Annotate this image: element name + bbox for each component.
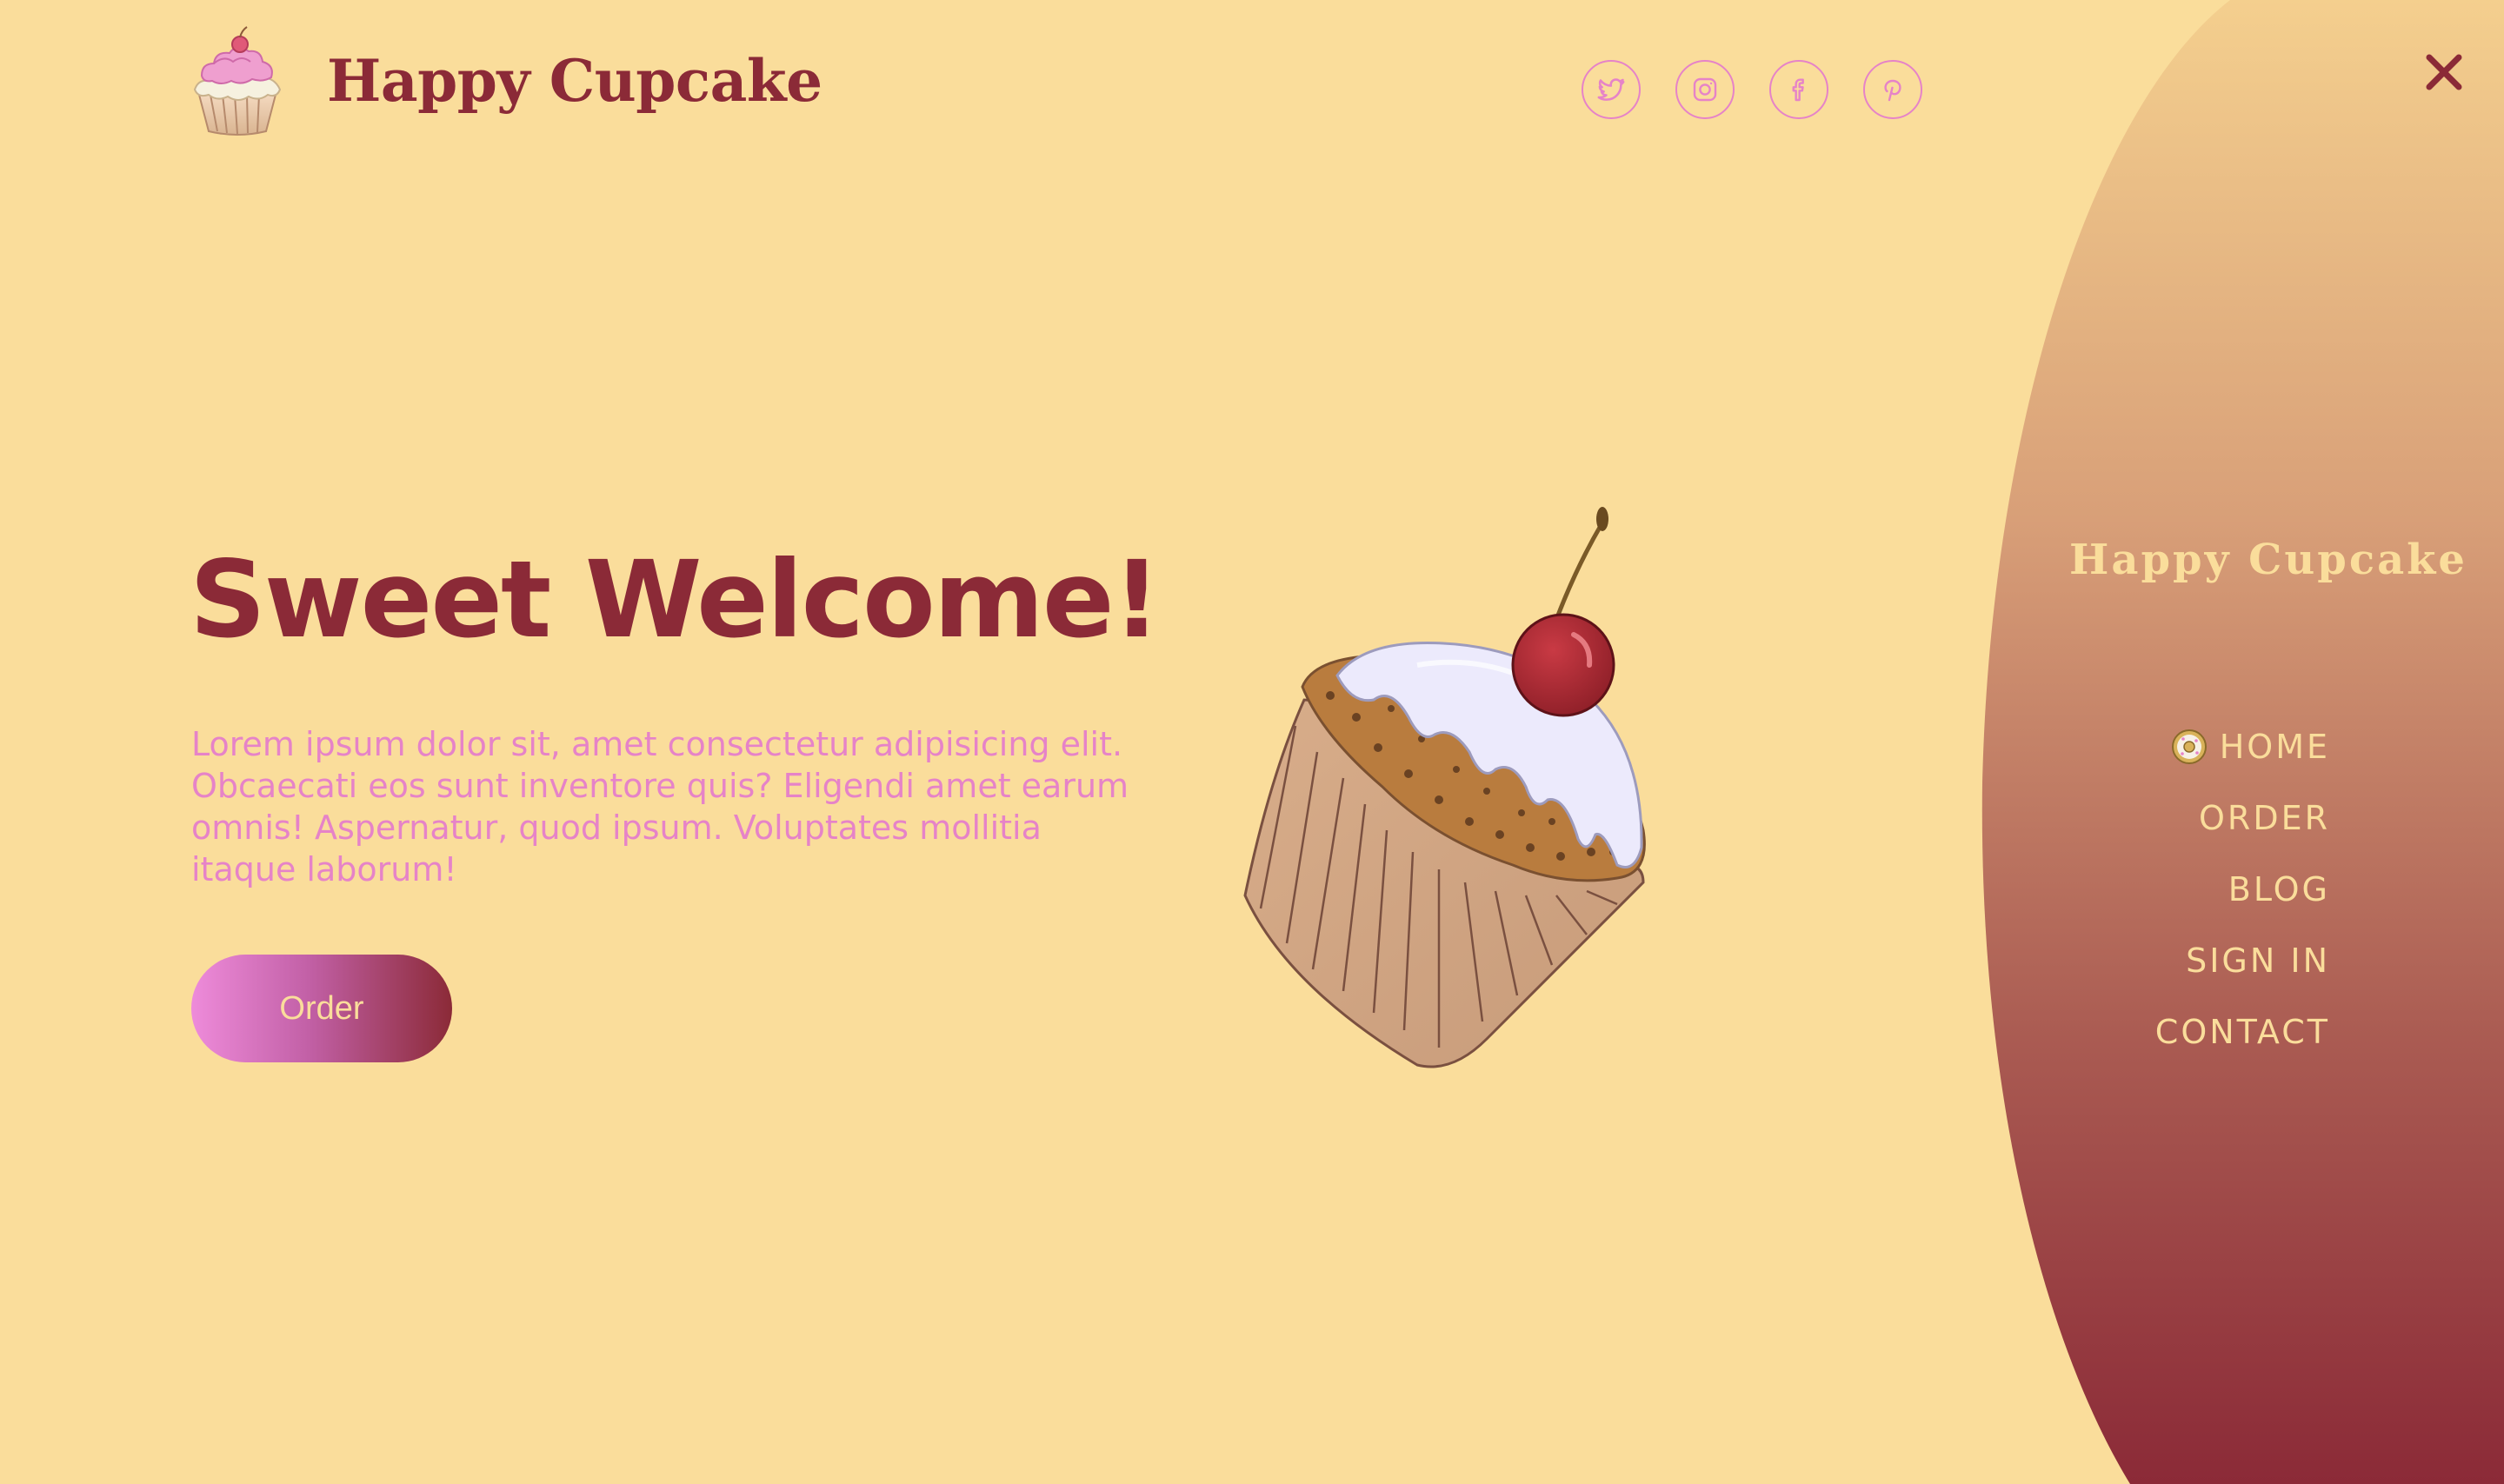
donut-icon — [2171, 729, 2207, 764]
menu-item-blog[interactable]: BLOG — [2155, 854, 2330, 925]
menu-brand-name: Happy Cupcake — [2069, 536, 2467, 584]
page: Happy Cupcake Sweet Welcome! Lorem ipsum… — [0, 0, 2504, 1484]
menu-item-home[interactable]: HOME — [2155, 711, 2330, 782]
hero-description: Lorem ipsum dolor sit, amet consectetur … — [191, 725, 1129, 888]
menu-item-label: BLOG — [2228, 870, 2330, 908]
menu-item-sign-in[interactable]: SIGN IN — [2155, 925, 2330, 996]
menu-item-contact[interactable]: CONTACT — [2155, 996, 2330, 1068]
brand-name: Happy Cupcake — [327, 47, 822, 115]
cupcake-illustration — [1243, 507, 1646, 1068]
menu-item-order[interactable]: ORDER — [2155, 782, 2330, 854]
close-icon — [2426, 54, 2462, 90]
pinterest-icon — [1884, 79, 1901, 102]
menu-item-label: CONTACT — [2154, 1013, 2330, 1051]
close-menu-button[interactable] — [2415, 43, 2473, 101]
menu-item-label: SIGN IN — [2186, 942, 2330, 980]
side-navigation: HOME ORDER BLOG SIGN IN CONTACT — [2155, 711, 2330, 1068]
brand[interactable]: Happy Cupcake — [190, 24, 822, 137]
hero-title: Sweet Welcome! — [190, 538, 1161, 662]
twitter-icon — [1597, 78, 1625, 101]
social-links — [1582, 60, 1922, 119]
instagram-button[interactable] — [1675, 60, 1735, 119]
facebook-icon — [1792, 78, 1804, 102]
pinterest-button[interactable] — [1863, 60, 1922, 119]
menu-item-label: HOME — [2219, 728, 2330, 766]
order-button[interactable]: Order — [191, 955, 452, 1062]
facebook-button[interactable] — [1769, 60, 1828, 119]
instagram-icon — [1693, 77, 1717, 102]
twitter-button[interactable] — [1582, 60, 1641, 119]
menu-item-label: ORDER — [2199, 799, 2330, 837]
cupcake-logo-icon — [193, 26, 282, 136]
